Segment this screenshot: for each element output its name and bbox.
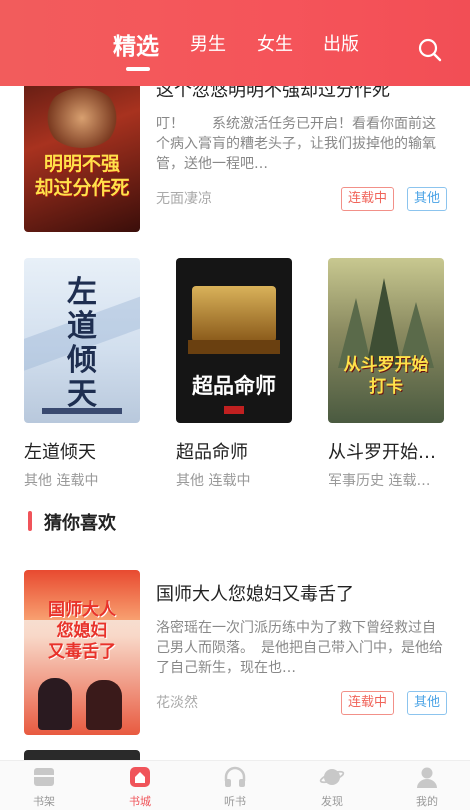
book-meta: 其他 连载中 [176, 473, 251, 489]
section-title: 猜你喜欢 [44, 513, 116, 534]
top-header: 精选 男生 女生 出版 [0, 0, 470, 86]
nav-label: 书城 [129, 795, 151, 808]
cover-title-art: 国师大人 您媳妇 又毒舌了 [48, 600, 116, 662]
nav-profile[interactable]: 我的 [397, 765, 457, 809]
nav-label: 听书 [224, 795, 246, 808]
tab-publish[interactable]: 出版 [323, 30, 359, 56]
book-cover[interactable]: 从斗罗开始 打卡 [328, 258, 444, 423]
book-list-item[interactable]: 国师大人 您媳妇 又毒舌了 国师大人您媳妇又毒舌了 洛密瑶在一次门派历练中为了救下曾… [0, 570, 470, 740]
category-badge: 其他 [407, 691, 448, 715]
book-author: 花淡然 [156, 695, 198, 711]
book-description: 叮！ 系统激活任务已开启！看看你面前这个病入膏肓的糟老头子，让我们拔掉他的输氧管… [156, 116, 436, 172]
headphones-icon [224, 766, 246, 787]
cover-title-art: 从斗罗开始 打卡 [343, 355, 429, 397]
book-cover[interactable]: 左道 倾天 [24, 258, 140, 423]
user-icon [417, 767, 437, 788]
search-icon[interactable] [417, 37, 443, 63]
section-accent-bar [28, 511, 32, 531]
book-author: 无面凄凉 [156, 191, 212, 207]
tab-featured[interactable]: 精选 [113, 27, 159, 61]
book-meta: 其他 连载中 [24, 473, 99, 489]
nav-bookstore[interactable]: 书城 [110, 765, 170, 809]
grid-book-item[interactable]: 左道 倾天 左道倾天 其他 连载中 [24, 258, 154, 489]
status-badge: 连载中 [341, 691, 395, 715]
tab-male[interactable]: 男生 [190, 30, 226, 56]
bookstore-icon [130, 767, 150, 787]
nav-label: 书架 [33, 795, 55, 808]
bottom-navigation: 书架 书城 听书 发现 我的 [0, 760, 470, 810]
planet-icon [319, 769, 345, 785]
nav-discover[interactable]: 发现 [302, 765, 362, 809]
cover-title-art: 超品命师 [192, 374, 276, 398]
book-cover[interactable]: 国师大人 您媳妇 又毒舌了 [24, 570, 140, 735]
book-cover[interactable]: 明明不强 却过分作死 [24, 70, 140, 232]
nav-bookshelf[interactable]: 书架 [14, 765, 74, 809]
category-badge: 其他 [407, 187, 448, 211]
tab-indicator [126, 67, 150, 71]
book-cover[interactable]: 超品命师 [176, 258, 292, 423]
book-meta: 军事历史 连载… [328, 473, 431, 489]
cover-title-art: 明明不强 却过分作死 [34, 153, 130, 199]
nav-label: 我的 [416, 795, 438, 808]
book-description: 洛密瑶在一次门派历练中为了救下曾经救过自己男人而陨落。 是他把自己带入门中，是他… [156, 620, 443, 676]
cover-title-art: 左道 倾天 [67, 275, 97, 412]
nav-label: 发现 [321, 795, 343, 808]
book-title[interactable]: 超品命师 [176, 438, 306, 464]
bookshelf-icon [34, 768, 54, 786]
grid-book-item[interactable]: 从斗罗开始 打卡 从斗罗开始… 军事历史 连载… [328, 258, 458, 489]
status-badge: 连载中 [341, 187, 395, 211]
book-title[interactable]: 左道倾天 [24, 438, 154, 464]
grid-book-item[interactable]: 超品命师 超品命师 其他 连载中 [176, 258, 306, 489]
nav-audiobook[interactable]: 听书 [205, 765, 265, 809]
tab-female[interactable]: 女生 [257, 30, 293, 56]
book-title[interactable]: 国师大人您媳妇又毒舌了 [156, 580, 456, 606]
book-title[interactable]: 从斗罗开始… [328, 438, 458, 464]
